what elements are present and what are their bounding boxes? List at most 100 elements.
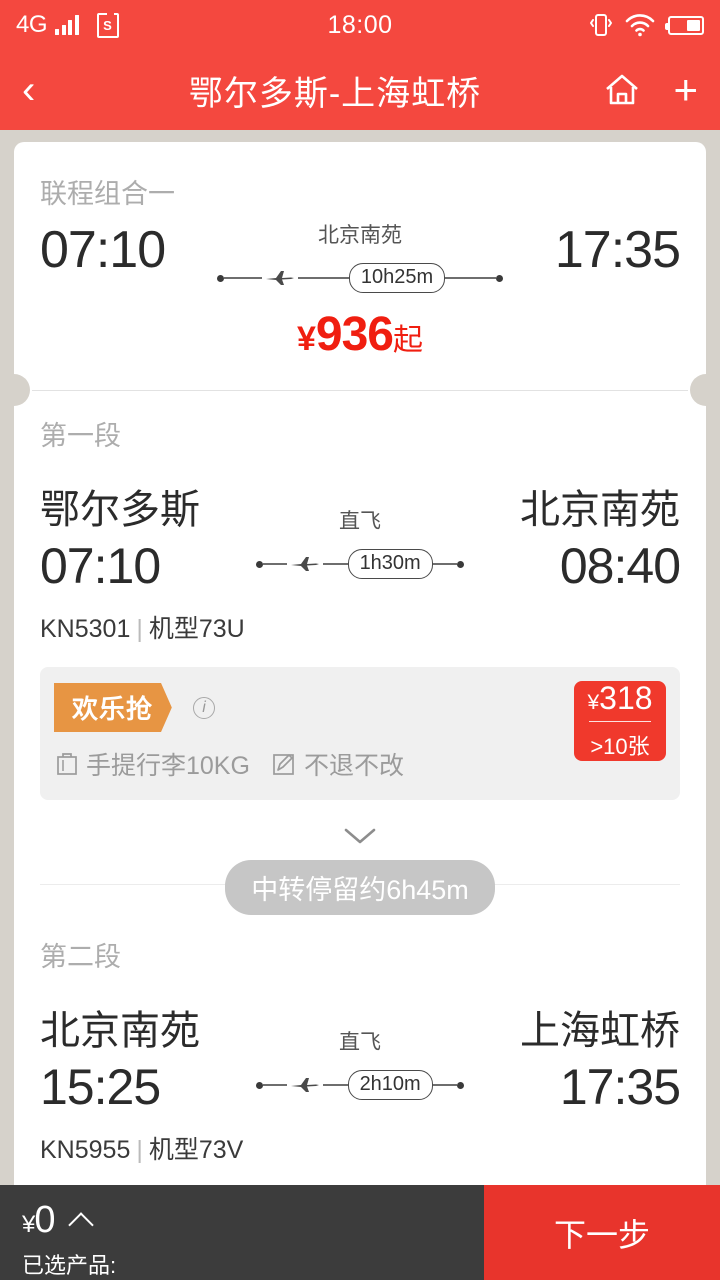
baggage-attr: 手提行李10KG	[56, 746, 250, 782]
title-bar: ‹ 鄂尔多斯-上海虹桥 +	[0, 50, 720, 130]
segment-1: 第一段 鄂尔多斯 07:10 直飞 1h30m 北京南苑 08:40 KN530…	[14, 390, 706, 925]
transfer-duration-pill: 中转停留约6h45m	[225, 860, 495, 915]
segment-1-destination: 北京南苑 08:40	[470, 487, 681, 595]
bottom-bar: ¥0 已选产品: 下一步	[0, 1185, 720, 1280]
combo-route-line: 10h25m	[217, 263, 503, 293]
chevron-down-icon[interactable]	[343, 826, 377, 846]
combo-transfer-city: 北京南苑	[318, 224, 402, 247]
total-price: ¥0	[22, 1199, 56, 1242]
route-line-c	[432, 563, 457, 565]
segment-2-flight-number: KN5955	[40, 1136, 131, 1164]
combo-depart-time: 07:10	[40, 221, 166, 279]
segment-1-to-city: 北京南苑	[520, 488, 680, 532]
segment-1-row: 鄂尔多斯 07:10 直飞 1h30m 北京南苑 08:40	[40, 487, 681, 595]
route-dot-start	[217, 274, 224, 282]
route-line-c	[432, 1084, 457, 1086]
route-dot-end	[457, 560, 464, 568]
combo-label: 联程组合一	[40, 179, 175, 209]
route-dot-end	[496, 274, 503, 282]
segment-1-fare-stock: >10张	[590, 733, 650, 759]
segment-1-from-time: 07:10	[40, 538, 161, 594]
selected-products-label: 已选产品:	[22, 1253, 117, 1278]
caret-up-icon[interactable]	[69, 1209, 93, 1233]
segment-1-fare-amount: 318	[599, 679, 653, 716]
refund-label: 不退不改	[303, 752, 404, 780]
network-type-label: 4G	[16, 11, 48, 38]
segment-2-to-time: 17:35	[559, 1059, 681, 1115]
combo-route-graphic: 北京南苑 10h25m	[217, 219, 503, 293]
combo-total-price: ¥936起	[40, 307, 680, 362]
segment-2-route-line: 2h10m	[256, 1070, 464, 1100]
page-title: 鄂尔多斯-上海虹桥	[188, 74, 482, 113]
combo-price-value: 936	[315, 308, 394, 361]
route-dot-start	[256, 1081, 263, 1089]
signal-bars-icon	[55, 15, 79, 35]
segment-1-route-type: 直飞	[339, 510, 381, 533]
sim-label: S	[103, 17, 112, 33]
segment-2-info-divider: |	[136, 1136, 143, 1164]
segment-2-row: 北京南苑 15:25 直飞 2h10m 上海虹桥 17:35	[40, 1008, 681, 1116]
segment-1-to-time: 08:40	[559, 538, 681, 594]
back-button[interactable]: ‹	[22, 70, 35, 110]
segment-1-flight-info: KN5301 | 机型73U	[40, 609, 680, 645]
segment-1-fare-price: ¥318	[587, 682, 652, 714]
segment-1-price-box[interactable]: ¥318 >10张	[574, 681, 666, 761]
segment-2-label: 第二段	[40, 942, 121, 972]
vibrate-icon	[590, 14, 612, 36]
next-step-button[interactable]: 下一步	[484, 1185, 720, 1280]
content-scroll-area[interactable]: 联程组合一 07:10 北京南苑 10h25m 17:35 ¥936起 第一段 …	[0, 130, 720, 1185]
segment-2-from-time: 15:25	[40, 1059, 161, 1115]
route-line-a	[263, 563, 288, 565]
segment-2-flight-info: KN5955 | 机型73V	[40, 1130, 680, 1166]
route-dot-start	[256, 560, 263, 568]
status-bar: 4G S 18:00	[0, 0, 720, 50]
baggage-label: 手提行李10KG	[86, 752, 250, 780]
combo-price-suffix: 起	[393, 324, 423, 357]
pencil-icon	[273, 754, 294, 775]
segment-2: 第二段 北京南苑 15:25 直飞 2h10m 上海虹桥 17:35 KN595…	[14, 925, 706, 1185]
route-line-b	[298, 277, 349, 279]
airplane-icon	[266, 271, 294, 285]
route-line-b	[323, 1084, 348, 1086]
add-button[interactable]: +	[673, 69, 698, 111]
luggage-icon	[57, 753, 77, 775]
route-dot-end	[457, 1081, 464, 1089]
info-icon[interactable]: i	[193, 696, 216, 719]
app-screen: 4G S 18:00 ‹ 鄂尔多斯-上海虹桥 + 联程组合一 07:10 北京南…	[0, 0, 720, 1280]
segment-1-from-city: 鄂尔多斯	[40, 488, 200, 532]
segment-1-fare-row[interactable]: 欢乐抢 i 手提行李10KG 不退不改 ¥318 >10张	[40, 667, 680, 800]
segment-1-duration: 1h30m	[347, 549, 433, 579]
notch-line	[32, 390, 688, 391]
combo-price-currency: ¥	[296, 320, 316, 358]
home-icon[interactable]	[603, 72, 641, 108]
segment-1-label: 第一段	[40, 421, 121, 451]
battery-icon	[665, 15, 704, 35]
segment-1-route-graphic: 直飞 1h30m	[256, 505, 464, 579]
combo-arrive-time: 17:35	[554, 221, 681, 279]
status-bar-right	[590, 12, 704, 38]
airplane-icon	[291, 1078, 320, 1092]
expand-chevron[interactable]	[40, 826, 680, 846]
segment-1-fare-tag: 欢乐抢	[54, 683, 180, 732]
total-currency: ¥	[22, 1211, 35, 1238]
transfer-indicator[interactable]: 中转停留约6h45m	[40, 800, 680, 925]
airplane-icon	[291, 557, 320, 571]
combo-duration: 10h25m	[348, 263, 446, 293]
segment-1-info-divider: |	[136, 615, 143, 643]
segment-2-origin: 北京南苑 15:25	[40, 1008, 250, 1116]
total-price-panel[interactable]: ¥0 已选产品:	[0, 1185, 484, 1280]
segment-1-flight-number: KN5301	[40, 615, 131, 643]
total-amount: 0	[34, 1199, 55, 1241]
status-bar-left: 4G S	[16, 11, 119, 39]
segment-2-aircraft: 机型73V	[148, 1136, 244, 1164]
route-line-a	[224, 277, 262, 279]
segment-1-aircraft: 机型73U	[148, 615, 245, 643]
wifi-icon	[625, 13, 655, 36]
segment-1-route-line: 1h30m	[256, 549, 464, 579]
segment-2-route-type: 直飞	[339, 1031, 381, 1054]
combo-summary[interactable]: 联程组合一 07:10 北京南苑 10h25m 17:35 ¥936起	[14, 142, 706, 390]
total-price-row: ¥0	[22, 1199, 484, 1242]
title-bar-actions: +	[603, 69, 698, 111]
route-line-a	[263, 1084, 288, 1086]
route-line-b	[323, 563, 348, 565]
